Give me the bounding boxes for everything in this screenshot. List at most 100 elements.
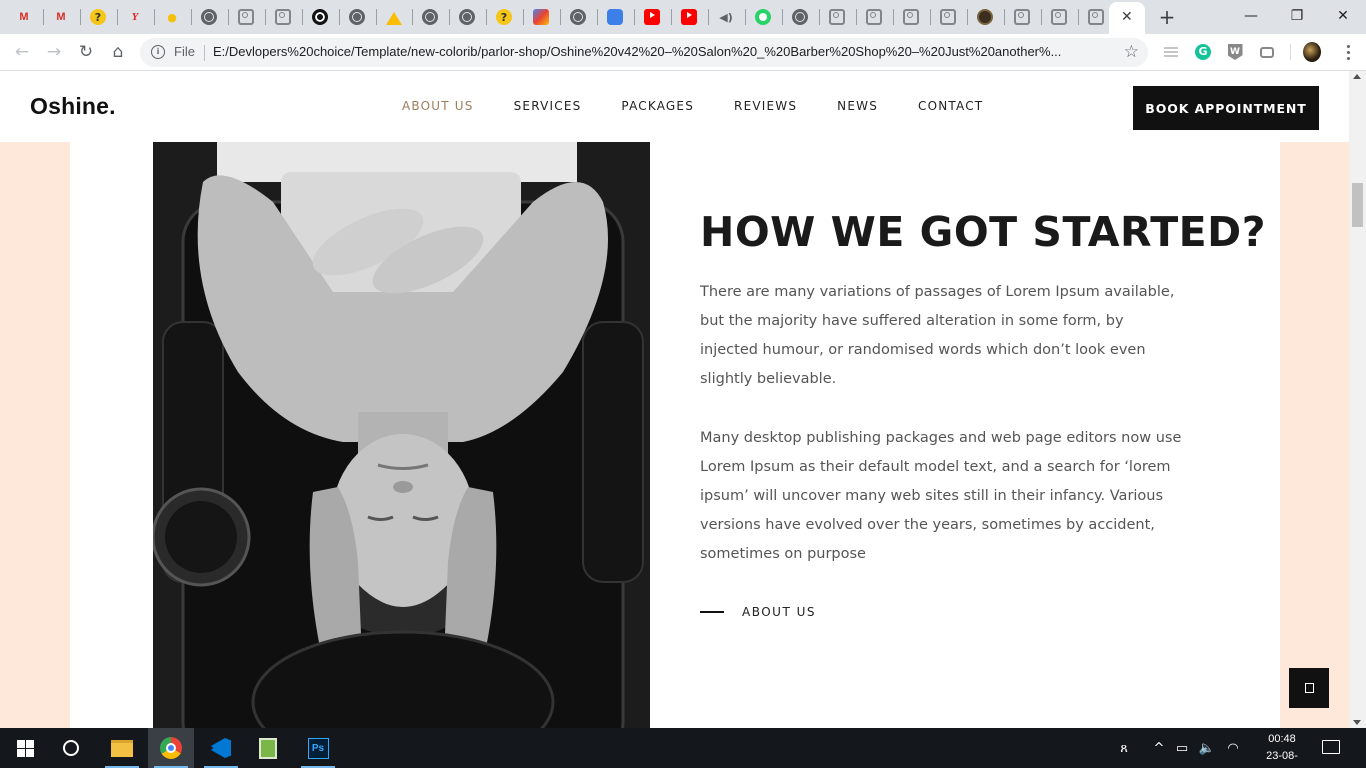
browser-tab[interactable] [563, 5, 593, 29]
browser-tab[interactable] [1081, 5, 1111, 29]
tab-separator [819, 9, 820, 25]
w-extension-icon[interactable]: W [1226, 43, 1244, 61]
browser-tab[interactable] [268, 5, 298, 29]
nav-link-contact[interactable]: CONTACT [918, 99, 983, 113]
tab-close-icon[interactable]: ✕ [1121, 9, 1133, 25]
globe-icon [792, 9, 808, 25]
system-clock[interactable]: 00:48 23-08-2019 [1254, 731, 1310, 768]
browser-tab-active[interactable]: ✕ [1109, 2, 1145, 34]
tab-separator [191, 9, 192, 25]
url-text[interactable]: E:/Devlopers%20choice/Template/new-color… [213, 44, 1108, 59]
reading-list-icon[interactable] [1162, 43, 1180, 61]
back-to-top-button[interactable] [1289, 668, 1329, 708]
scroll-thumb[interactable] [1352, 183, 1363, 227]
browser-tab[interactable]: ? [83, 5, 113, 29]
browser-tab[interactable] [674, 5, 704, 29]
back-button[interactable]: ← [10, 40, 34, 64]
browser-tab[interactable] [600, 5, 630, 29]
window-close-button[interactable]: ✕ [1320, 3, 1366, 29]
taskbar-photoshop[interactable]: Ps [295, 728, 341, 768]
browser-tab[interactable]: M [46, 5, 76, 29]
browser-tab[interactable] [970, 5, 1000, 29]
whatsapp-icon [755, 9, 771, 25]
nav-link-packages[interactable]: PACKAGES [621, 99, 694, 113]
browser-tab[interactable] [933, 5, 963, 29]
nav-link-news[interactable]: NEWS [837, 99, 878, 113]
youtube-icon [644, 9, 660, 25]
browser-tab[interactable] [822, 5, 852, 29]
browser-tab[interactable]: ● [157, 5, 187, 29]
browser-tab[interactable]: M [9, 5, 39, 29]
bookmark-star-icon[interactable]: ☆ [1124, 42, 1139, 62]
nav-link-reviews[interactable]: REVIEWS [734, 99, 797, 113]
new-tab-button[interactable]: + [1155, 5, 1179, 29]
browser-tab[interactable] [305, 5, 335, 29]
search-icon [63, 740, 79, 756]
speaker-icon: ◀) [719, 10, 733, 24]
browser-tab[interactable] [526, 5, 556, 29]
reload-button[interactable]: ↻ [74, 40, 98, 64]
browser-tab[interactable] [452, 5, 482, 29]
browser-menu-icon[interactable] [1340, 40, 1356, 64]
tab-separator [967, 9, 968, 25]
browser-tab[interactable]: ? [489, 5, 519, 29]
camera-extension-icon[interactable] [1258, 43, 1276, 61]
browser-tab[interactable] [748, 5, 778, 29]
forward-button[interactable]: → [42, 40, 66, 64]
file-explorer-icon [111, 739, 133, 757]
home-button[interactable]: ⌂ [106, 40, 130, 64]
browser-tab[interactable] [415, 5, 445, 29]
tab-separator [1041, 9, 1042, 25]
about-us-link[interactable]: ABOUT US [700, 605, 1200, 619]
browser-tab[interactable] [896, 5, 926, 29]
tray-chevron-icon[interactable]: ^ [1150, 728, 1168, 768]
window-minimize-button[interactable]: — [1228, 3, 1274, 29]
taskbar-vscode[interactable] [198, 728, 244, 768]
browser-tab[interactable] [637, 5, 667, 29]
address-bar[interactable]: i File E:/Devlopers%20choice/Template/ne… [140, 38, 1148, 67]
page-scrollbar[interactable] [1349, 71, 1366, 728]
browser-tab[interactable] [231, 5, 261, 29]
camera-icon [238, 9, 254, 25]
site-logo[interactable]: Oshine. [30, 93, 116, 120]
grammarly-icon[interactable]: G [1194, 43, 1212, 61]
browser-tab[interactable]: ◀) [711, 5, 741, 29]
start-button[interactable] [2, 728, 48, 768]
browser-tab[interactable] [785, 5, 815, 29]
photoshop-icon: Ps [307, 737, 329, 759]
wifi-icon[interactable]: ◠ [1222, 728, 1244, 768]
nav-link-services[interactable]: SERVICES [514, 99, 582, 113]
clock-time: 00:48 [1268, 733, 1296, 745]
browser-tab[interactable] [859, 5, 889, 29]
window-maximize-button[interactable]: ❐ [1274, 3, 1320, 29]
globe-icon [201, 9, 217, 25]
browser-tab[interactable] [1007, 5, 1037, 29]
taskbar-file-explorer[interactable] [99, 728, 145, 768]
notification-center-icon[interactable] [1322, 740, 1340, 754]
story-paragraph: There are many variations of passages of… [700, 284, 1175, 387]
book-appointment-button[interactable]: BOOK APPOINTMENT [1133, 86, 1319, 130]
taskbar-chrome[interactable] [148, 728, 194, 768]
browser-tab[interactable] [194, 5, 224, 29]
browser-tab[interactable] [379, 5, 409, 29]
camera-icon [1014, 9, 1030, 25]
search-button[interactable] [48, 728, 94, 768]
taskbar-notepad[interactable] [245, 728, 291, 768]
profile-avatar[interactable] [1303, 42, 1321, 62]
tab-separator [228, 9, 229, 25]
people-icon[interactable]: ጸ [1112, 728, 1136, 768]
nav-link-about-us[interactable]: ABOUT US [402, 99, 474, 113]
site-info-icon[interactable]: i [151, 45, 165, 59]
camera-icon [829, 9, 845, 25]
globe-icon [459, 9, 475, 25]
story-paragraph: Many desktop publishing packages and web… [700, 430, 1182, 562]
browser-toolbar: ← → ↻ ⌂ i File E:/Devlopers%20choice/Tem… [0, 34, 1366, 71]
browser-tab[interactable] [342, 5, 372, 29]
volume-icon[interactable]: 🔈 [1196, 728, 1218, 768]
scroll-up-arrow-icon[interactable] [1353, 74, 1361, 79]
browser-tab[interactable]: Y [120, 5, 150, 29]
windows-logo-icon [16, 739, 34, 757]
browser-tab[interactable] [1044, 5, 1074, 29]
battery-icon[interactable]: ▭ [1172, 728, 1192, 768]
scroll-down-arrow-icon[interactable] [1353, 720, 1361, 725]
